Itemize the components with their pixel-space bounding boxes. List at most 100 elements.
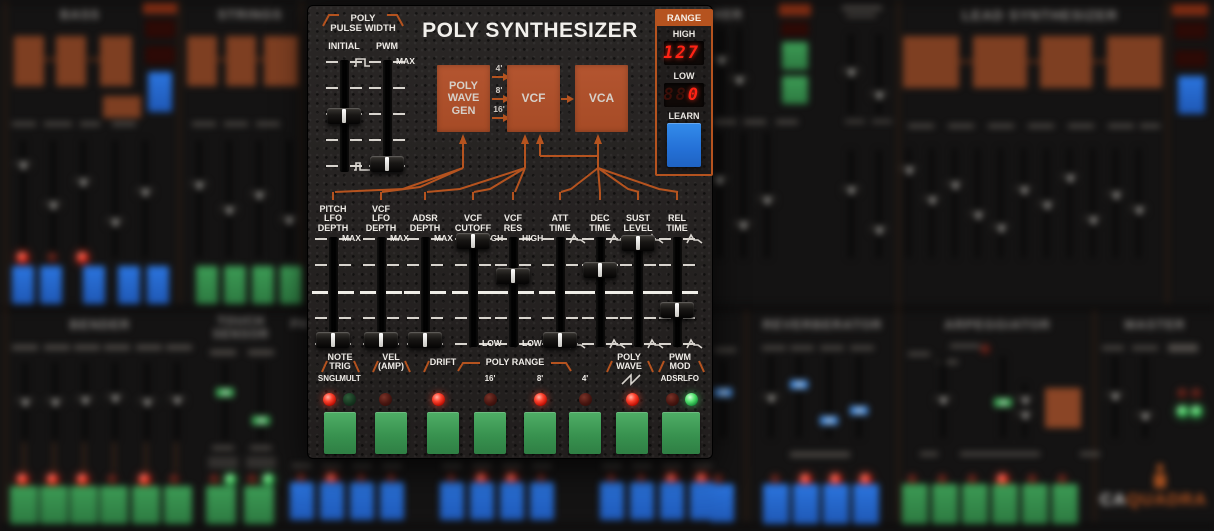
- bg-green-button: [782, 42, 808, 70]
- vcf-res-slider-tick: [495, 238, 507, 240]
- drift-label: DRIFT: [420, 358, 466, 367]
- pwm-label: PWM: [364, 42, 410, 51]
- bg-slider: [848, 34, 854, 114]
- bg-slider-handle: [14, 161, 32, 170]
- sust-level-slider-handle[interactable]: [621, 235, 655, 251]
- pwm-mod-button[interactable]: [662, 412, 700, 454]
- bg-green-button: [70, 486, 98, 524]
- adsr-depth-slider-tick: [407, 264, 419, 266]
- pwm-slider-handle[interactable]: [370, 156, 404, 172]
- bg-slider: [286, 140, 292, 258]
- r8-led: [534, 393, 547, 406]
- drift-button[interactable]: [427, 412, 459, 454]
- vcf-cutoff-slider-handle[interactable]: [456, 233, 490, 249]
- bg-section-header: ARPEGGIATOR: [930, 318, 1065, 334]
- bg-label: [744, 120, 766, 124]
- poly-wave-button[interactable]: [616, 412, 648, 454]
- rel-time-slider-tick: [682, 291, 698, 294]
- bg-led: [107, 474, 118, 485]
- dec-time-slider-handle[interactable]: [583, 262, 617, 278]
- vcf-res-slider-rail[interactable]: [509, 237, 518, 347]
- range-4-button[interactable]: [569, 412, 601, 454]
- pitch-lfo-depth-slider-tick: [338, 291, 354, 294]
- dec-time-slider-rail[interactable]: [596, 237, 605, 347]
- range-16-button[interactable]: [474, 412, 506, 454]
- bg-blue-button: [83, 266, 105, 304]
- bg-slider-handle: [106, 218, 124, 227]
- pitch-lfo-depth-slider-tick: [315, 264, 327, 266]
- pitch-lfo-depth-slider-rail[interactable]: [329, 237, 338, 347]
- bg-slider: [736, 28, 742, 114]
- bg-green-button: [206, 486, 236, 524]
- bg-slider: [1136, 148, 1141, 258]
- bg-slider-handle: [44, 201, 62, 210]
- bg-label: [950, 344, 980, 348]
- bg-slider-handle: [842, 186, 860, 195]
- bg-green-button: [40, 486, 68, 524]
- bg-slider: [1000, 356, 1006, 438]
- vcf-res-slider-handle[interactable]: [496, 268, 530, 284]
- bg-green-button: [224, 266, 246, 304]
- pwm-slider-tick: [393, 87, 405, 89]
- bg-slider-handle: [168, 396, 186, 405]
- att-time-slider-tick: [542, 317, 554, 319]
- bg-slider-handle: [250, 191, 268, 200]
- bg-label: [224, 122, 248, 126]
- range-high-display: 127: [664, 41, 704, 65]
- vcf-box: VCF: [507, 65, 560, 132]
- bg-label: [208, 464, 238, 467]
- bg-label: [959, 60, 973, 63]
- att-time-slider-tick: [542, 238, 554, 240]
- bg-slider-handle: [946, 181, 963, 190]
- sust-level-slider-tick: [620, 264, 632, 266]
- tap-label-8: 8': [490, 86, 508, 95]
- bg-led: [169, 474, 180, 485]
- vcf-lfo-depth-slider-handle[interactable]: [364, 332, 398, 348]
- bg-slider: [975, 148, 980, 258]
- vcf-lfo-depth-slider-rail[interactable]: [377, 237, 386, 347]
- range-8-button[interactable]: [524, 412, 556, 454]
- brand-logo: CAQUADRA: [1100, 490, 1210, 512]
- rel-time-slider-rail[interactable]: [673, 237, 682, 347]
- bg-label: [145, 442, 147, 472]
- initial-slider-handle[interactable]: [327, 108, 361, 124]
- bg-slider-handle: [1016, 411, 1033, 420]
- note-trig-button[interactable]: [324, 412, 356, 454]
- bg-blue-button: [500, 482, 524, 520]
- bg-label: [1140, 124, 1160, 128]
- vcf-res-slider-tick: [495, 343, 507, 345]
- bg-led-display: [1175, 50, 1207, 67]
- bg-section-header: TOUCH SENSOR: [205, 315, 277, 345]
- pitch-lfo-depth-slider-handle[interactable]: [316, 332, 350, 348]
- bg-label: [846, 14, 876, 17]
- bg-slider-handle: [870, 91, 888, 100]
- att-time-slider-rail[interactable]: [556, 237, 565, 347]
- bg-green-button: [244, 486, 274, 524]
- rel-time-slider-handle[interactable]: [660, 302, 694, 318]
- learn-button[interactable]: [667, 123, 701, 167]
- adsr-depth-slider-handle[interactable]: [408, 332, 442, 348]
- bg-label: [714, 120, 736, 124]
- bg-divider: [745, 310, 748, 522]
- bg-led-display: [1175, 22, 1207, 39]
- bg-slider-handle: [1136, 412, 1154, 421]
- bg-module-box: [103, 96, 141, 118]
- sust-level-slider-rail[interactable]: [634, 237, 643, 347]
- vcf-cutoff-slider-rail[interactable]: [469, 237, 478, 347]
- vel-amp-button[interactable]: [375, 412, 407, 454]
- pitch-lfo-depth-slider-label: PITCH LFO DEPTH: [309, 201, 357, 233]
- bg-led: [17, 252, 28, 263]
- note-trig-label: NOTE TRIG: [317, 353, 363, 372]
- pwm-slider-tick: [393, 139, 405, 141]
- vcf-lfo-depth-slider-tick: [363, 317, 375, 319]
- adsr-depth-slider-rail[interactable]: [421, 237, 430, 347]
- vcf-cutoff-slider-tick: [452, 291, 468, 294]
- bg-label: [12, 345, 38, 350]
- adsr-depth-slider-tick: [431, 317, 443, 319]
- bg-slider: [768, 356, 774, 438]
- bg-slider-handle: [710, 176, 728, 185]
- bg-label: [632, 464, 652, 467]
- bg-led-display: [145, 46, 175, 64]
- mult-label: MULT: [334, 375, 366, 383]
- att-time-slider-handle[interactable]: [543, 332, 577, 348]
